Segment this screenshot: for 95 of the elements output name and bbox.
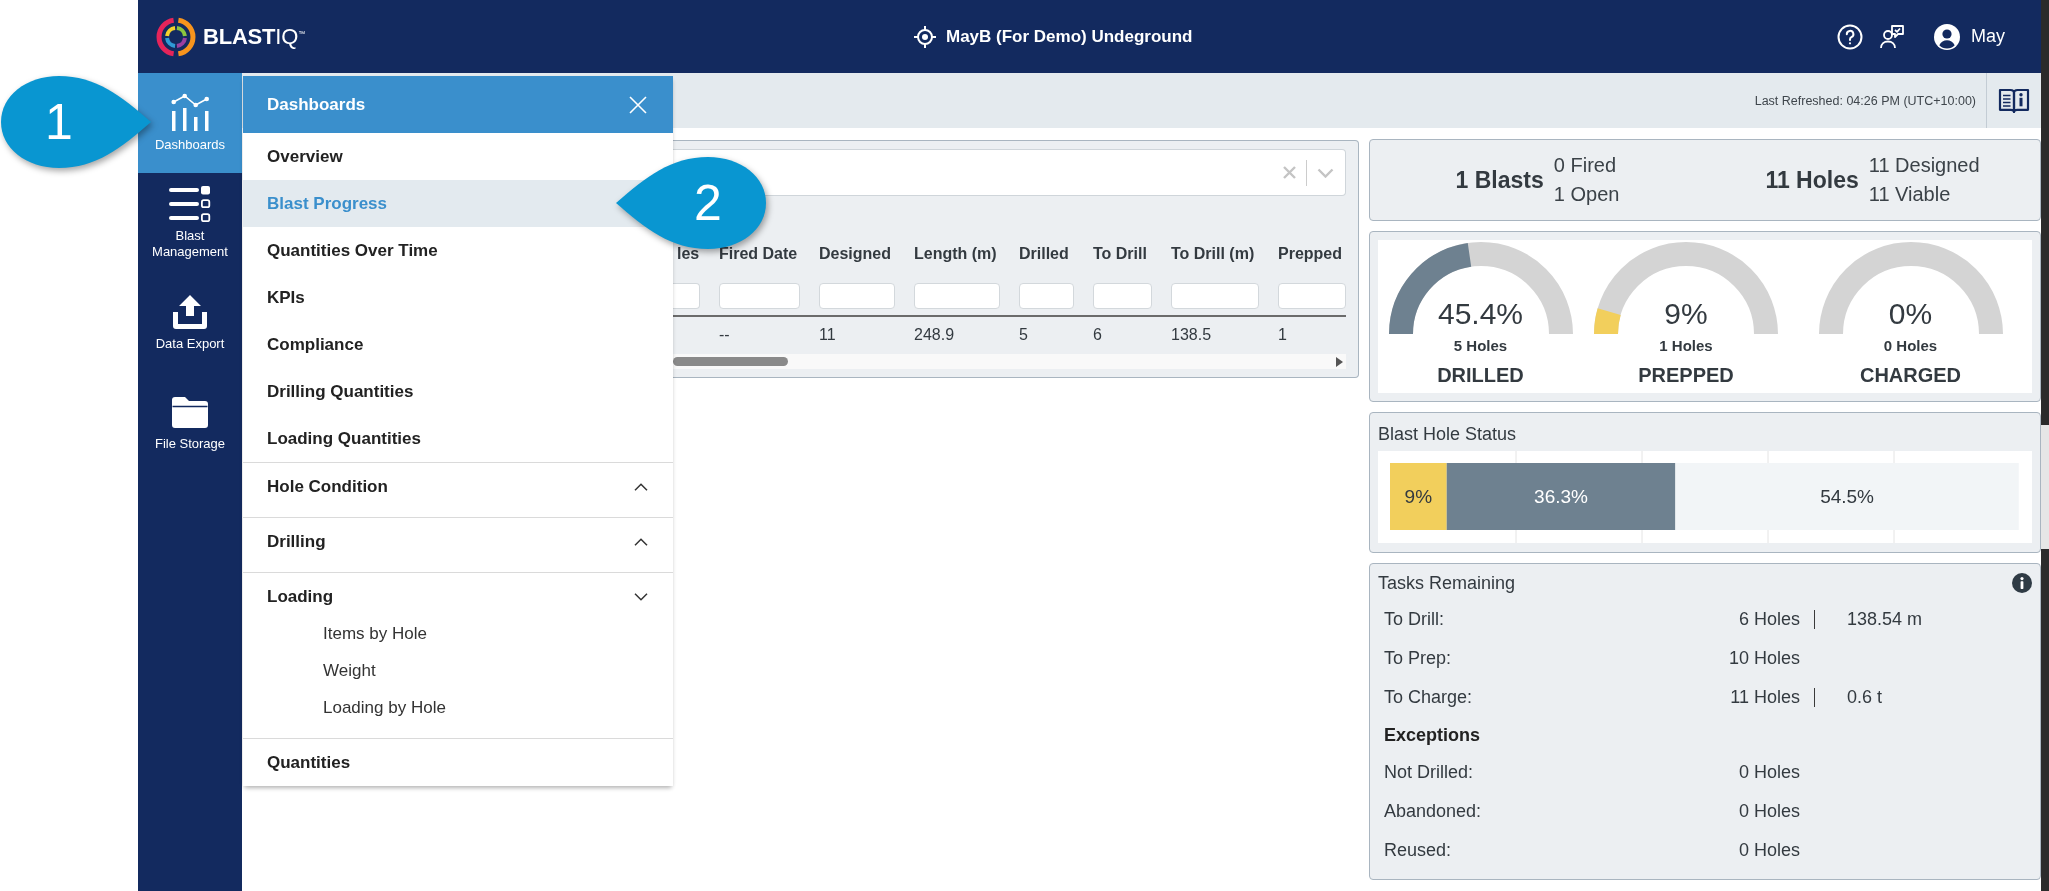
user-menu[interactable]: May xyxy=(1934,23,2005,50)
table-cell: 11 xyxy=(819,326,836,344)
filter-input[interactable] xyxy=(1278,283,1346,309)
folder-icon xyxy=(170,394,210,430)
scrollbar-thumb[interactable] xyxy=(673,357,788,366)
menu-subitem[interactable]: Weight xyxy=(243,652,673,689)
gauge-label: DRILLED xyxy=(1437,363,1524,387)
summary-detail: 11 Designed xyxy=(1868,153,1980,178)
section-heading: Exceptions xyxy=(1384,723,1481,747)
task-label: To Charge: xyxy=(1384,687,1473,708)
menu-item[interactable]: Drilling Quantities xyxy=(243,368,673,415)
table-cell: 6 xyxy=(1093,326,1102,344)
task-value: 6 Holes xyxy=(1738,609,1800,630)
menu-item[interactable]: Quantities Over Time xyxy=(243,227,673,274)
card-title: Tasks Remaining xyxy=(1378,572,1516,594)
task-label: To Prep: xyxy=(1384,648,1452,669)
column-header[interactable]: Drilled xyxy=(1019,245,1069,263)
summary-total: 1 Blasts xyxy=(1455,166,1544,194)
gauge-percentage: 9% xyxy=(1664,298,1708,330)
summary-detail: 1 Open xyxy=(1553,182,1620,207)
gauge-count: 5 Holes xyxy=(1453,337,1508,355)
task-label: Reused: xyxy=(1384,840,1452,861)
scroll-right-icon[interactable] xyxy=(1336,356,1343,367)
task-value: 10 Holes xyxy=(1728,648,1800,669)
menu-subitem[interactable]: Loading by Hole xyxy=(243,689,673,726)
task-amount: 138.54 m xyxy=(1847,609,1923,630)
gauge-label: CHARGED xyxy=(1859,363,1962,387)
column-header[interactable]: To Drill xyxy=(1093,245,1147,263)
data-label: 54.5% xyxy=(1820,486,1874,507)
filter-input[interactable] xyxy=(1093,283,1152,309)
filter-input[interactable] xyxy=(719,283,800,309)
sidebar-item[interactable]: File Storage xyxy=(138,373,242,473)
table-cell: 248.9 xyxy=(914,326,955,344)
summary-total: 11 Holes xyxy=(1765,166,1859,194)
gauge-label: PREPPED xyxy=(1638,363,1734,387)
task-value: 0 Holes xyxy=(1738,762,1800,783)
menu-item[interactable]: Quantities xyxy=(243,739,673,786)
list-icon xyxy=(169,186,211,222)
brand-name: BLASTIQ$^{™}$ xyxy=(203,23,305,50)
data-label: 9% xyxy=(1404,486,1433,507)
task-amount: 0.6 t xyxy=(1847,687,1883,708)
menu-item[interactable]: Compliance xyxy=(243,321,673,368)
table-cell: -- xyxy=(719,326,730,344)
scrollbar-thumb[interactable] xyxy=(2041,425,2049,549)
data-label: 36.3% xyxy=(1534,486,1588,507)
gauge-count: 1 Holes xyxy=(1659,337,1713,355)
info-icon[interactable] xyxy=(2012,573,2032,593)
menu-item[interactable]: Overview xyxy=(243,133,673,180)
summary-detail: 0 Fired xyxy=(1553,153,1618,178)
sidebar-item[interactable]: Blast Management xyxy=(138,173,242,273)
column-header[interactable]: Designed xyxy=(819,245,891,263)
filter-input[interactable] xyxy=(914,283,1000,309)
summary-detail: 11 Viable xyxy=(1868,182,1952,207)
menu-title: Dashboards xyxy=(267,94,366,115)
task-label: Abandoned: xyxy=(1384,801,1482,822)
filter-input[interactable] xyxy=(819,283,895,309)
help-icon[interactable] xyxy=(1837,23,1863,50)
table-cell: 5 xyxy=(1019,326,1028,344)
column-header[interactable]: Length (m) xyxy=(914,245,997,263)
person-chat-icon[interactable] xyxy=(1879,23,1905,50)
chevron-down-icon[interactable] xyxy=(1317,167,1334,178)
step-tooltip: 1 xyxy=(1,76,151,168)
menu-subitem[interactable]: Items by Hole xyxy=(243,615,673,652)
filter-input[interactable] xyxy=(1019,283,1074,309)
site-selector[interactable]: MayB (For Demo) Undeground xyxy=(913,24,1193,49)
gauge-percentage: 0% xyxy=(1888,298,1933,330)
menu-item[interactable]: KPIs xyxy=(243,274,673,321)
table-cell: 1 xyxy=(1278,326,1287,344)
logo-icon xyxy=(156,16,196,57)
upload-icon xyxy=(170,294,210,330)
sidebar-item[interactable]: Data Export xyxy=(138,273,242,373)
close-icon[interactable] xyxy=(629,95,647,114)
task-value: 0 Holes xyxy=(1738,840,1800,861)
task-value: 11 Holes xyxy=(1730,687,1800,708)
task-label: Not Drilled: xyxy=(1384,762,1474,783)
book-info-icon xyxy=(1998,87,2030,114)
menu-group[interactable]: Drilling xyxy=(243,524,673,560)
user-avatar-icon xyxy=(1934,23,1960,50)
filter-input[interactable] xyxy=(673,283,700,309)
table-cell: 138.5 xyxy=(1171,326,1212,344)
crosshair-icon xyxy=(913,24,937,49)
task-label: To Drill: xyxy=(1384,609,1444,630)
clear-icon[interactable] xyxy=(1283,166,1296,179)
column-header[interactable]: Prepped xyxy=(1278,245,1342,263)
gauge-count: 0 Holes xyxy=(1883,337,1938,355)
menu-group[interactable]: Loading xyxy=(243,579,673,615)
sidebar-item[interactable]: Dashboards xyxy=(138,73,242,173)
filter-input[interactable] xyxy=(1171,283,1259,309)
gauge-percentage: 45.4% xyxy=(1437,298,1524,330)
menu-item[interactable]: Loading Quantities xyxy=(243,415,673,462)
task-value: 0 Holes xyxy=(1738,801,1800,822)
menu-group[interactable]: Hole Condition xyxy=(243,469,673,505)
column-header[interactable]: To Drill (m) xyxy=(1171,245,1255,263)
card-title: Blast Hole Status xyxy=(1378,423,1517,445)
last-refreshed: Last Refreshed: 04:26 PM (UTC+10:00) xyxy=(1754,93,1976,108)
